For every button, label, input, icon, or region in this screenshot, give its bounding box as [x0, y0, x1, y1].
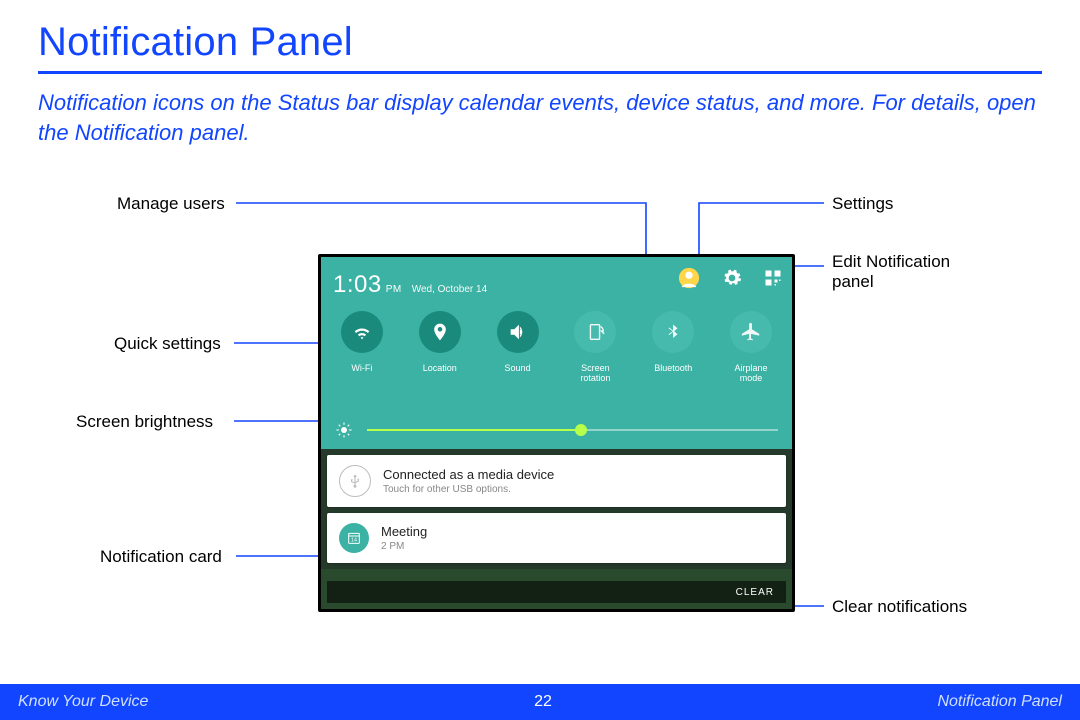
clear-notifications-bar[interactable]: CLEAR: [327, 581, 786, 603]
qs-screen-rotation[interactable]: Screenrotation: [559, 311, 631, 384]
notification-card-usb[interactable]: Connected as a media device Touch for ot…: [327, 455, 786, 507]
qs-bluetooth[interactable]: Bluetooth: [637, 311, 709, 373]
qs-wifi[interactable]: Wi-Fi: [326, 311, 398, 373]
location-icon: [419, 311, 461, 353]
title-rule: [38, 71, 1042, 74]
page-title: Notification Panel: [38, 20, 1042, 65]
footer-right: Notification Panel: [937, 693, 1062, 711]
label-edit-panel: Edit Notificationpanel: [832, 252, 950, 292]
grid-icon[interactable]: [764, 269, 782, 287]
qs-location[interactable]: Location: [404, 311, 476, 373]
calendar-icon: 14: [339, 523, 369, 553]
intro-text: Notification icons on the Status bar dis…: [38, 88, 1038, 147]
usb-icon: [339, 465, 371, 497]
brightness-thumb[interactable]: [575, 424, 587, 436]
notification-card-calendar[interactable]: 14 Meeting 2 PM: [327, 513, 786, 563]
qs-sound[interactable]: Sound: [482, 311, 554, 373]
page-footer: Know Your Device 22 Notification Panel: [0, 684, 1080, 720]
clock-date: Wed, October 14: [412, 284, 487, 295]
brightness-icon: [335, 421, 353, 439]
notification-panel-top: 1:03 PM Wed, October 14: [321, 257, 792, 449]
gear-icon[interactable]: [722, 268, 742, 288]
bluetooth-icon: [652, 311, 694, 353]
card-subtitle: 2 PM: [381, 541, 427, 552]
brightness-track: [367, 429, 778, 431]
label-screen-brightness: Screen brightness: [76, 412, 213, 432]
quick-settings-row: Wi-Fi Location Sound: [321, 311, 792, 413]
screen-rotation-icon: [574, 311, 616, 353]
clear-button[interactable]: CLEAR: [736, 587, 774, 598]
label-manage-users: Manage users: [117, 194, 225, 214]
clock-time: 1:03: [333, 271, 382, 299]
label-clear-notifications: Clear notifications: [832, 597, 967, 617]
card-title: Connected as a media device: [383, 467, 554, 482]
user-icon[interactable]: [678, 267, 700, 289]
wifi-icon: [341, 311, 383, 353]
label-settings: Settings: [832, 194, 893, 214]
status-bar-time: 1:03 PM Wed, October 14: [333, 271, 487, 299]
svg-text:14: 14: [351, 537, 357, 543]
label-notification-card: Notification card: [100, 547, 222, 567]
label-quick-settings: Quick settings: [114, 334, 221, 354]
brightness-slider[interactable]: [321, 415, 792, 445]
sound-icon: [497, 311, 539, 353]
card-title: Meeting: [381, 524, 427, 539]
airplane-icon: [730, 311, 772, 353]
qs-airplane[interactable]: Airplanemode: [715, 311, 787, 384]
footer-page-number: 22: [534, 693, 552, 711]
device-frame: 1:03 PM Wed, October 14: [318, 254, 795, 612]
clock-pm: PM: [386, 284, 402, 295]
footer-left: Know Your Device: [18, 693, 148, 711]
card-subtitle: Touch for other USB options.: [383, 484, 554, 495]
